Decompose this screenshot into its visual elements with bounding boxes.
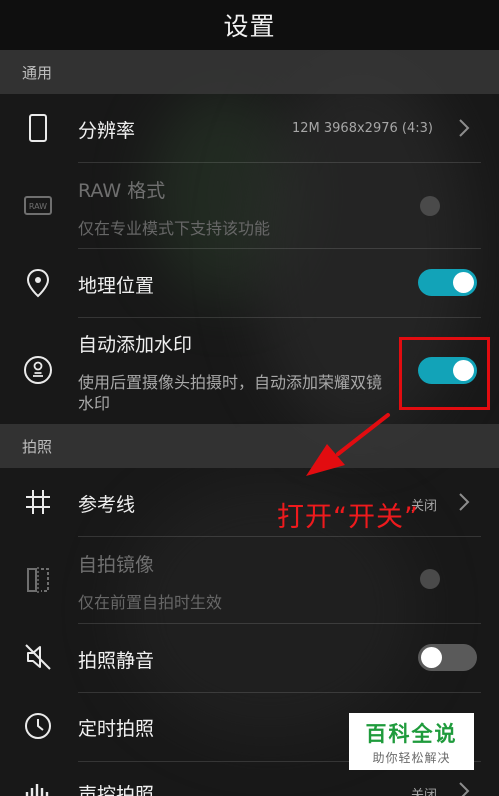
setting-row-raw[interactable]: RAW RAW 格式 仅在专业模式下支持该功能 (0, 163, 499, 248)
chevron-right-icon (459, 119, 470, 137)
disabled-toggle-dot (420, 569, 440, 589)
site-logo: 百科全说 助你轻松解决 (349, 713, 474, 770)
disabled-toggle-dot (420, 196, 440, 216)
highlight-box (399, 337, 490, 410)
toggle-knob (453, 272, 474, 293)
setting-label: RAW 格式 (78, 180, 166, 202)
annotation-text: 打开“开关” (277, 502, 419, 533)
mute-toggle[interactable] (418, 644, 477, 671)
location-toggle[interactable] (418, 269, 477, 296)
mirror-icon (27, 567, 49, 593)
section-header-general: 通用 (0, 50, 499, 94)
logo-subtitle: 助你轻松解决 (372, 750, 451, 765)
setting-value: 12M 3968x2976 (4:3) (292, 121, 433, 136)
chevron-right-icon (459, 782, 470, 796)
setting-label: 拍照静音 (78, 650, 155, 672)
app-header: 设置 (0, 0, 499, 50)
stamp-icon (24, 356, 52, 384)
setting-label: 地理位置 (78, 275, 155, 297)
raw-icon: RAW (24, 196, 52, 215)
setting-description: 仅在专业模式下支持该功能 (78, 219, 271, 238)
setting-description: 使用后置摄像头拍摄时，自动添加荣耀双镜水印 (78, 373, 383, 413)
setting-row-mute[interactable]: 拍照静音 (0, 624, 499, 692)
toggle-knob (421, 647, 442, 668)
setting-label: 参考线 (78, 494, 136, 516)
setting-row-location[interactable]: 地理位置 (0, 249, 499, 317)
section-label: 拍照 (22, 437, 53, 456)
setting-description: 仅在前置自拍时生效 (78, 593, 223, 612)
setting-label: 自拍镜像 (78, 554, 155, 576)
setting-row-grid[interactable]: 参考线 关闭 (0, 468, 499, 536)
setting-label: 分辨率 (78, 120, 136, 142)
location-pin-icon (26, 268, 50, 298)
svg-text:RAW: RAW (29, 202, 47, 211)
setting-row-mirror[interactable]: 自拍镜像 仅在前置自拍时生效 (0, 537, 499, 623)
setting-label: 声控拍照 (78, 784, 155, 796)
sound-wave-icon (25, 784, 49, 796)
chevron-right-icon (459, 493, 470, 511)
setting-label: 自动添加水印 (78, 334, 193, 356)
phone-outline-icon (29, 114, 47, 142)
section-label: 通用 (22, 63, 53, 82)
clock-icon (25, 713, 51, 739)
setting-row-resolution[interactable]: 分辨率 12M 3968x2976 (4:3) (0, 94, 499, 162)
mute-speaker-icon (25, 644, 51, 670)
annotation-arrow-icon (306, 413, 390, 476)
page-title: 设置 (223, 12, 276, 41)
logo-title: 百科全说 (365, 721, 458, 746)
grid-hash-icon (26, 490, 50, 514)
setting-label: 定时拍照 (78, 718, 155, 740)
setting-value: 关闭 (411, 788, 438, 796)
section-header-photo: 拍照 (0, 424, 499, 468)
